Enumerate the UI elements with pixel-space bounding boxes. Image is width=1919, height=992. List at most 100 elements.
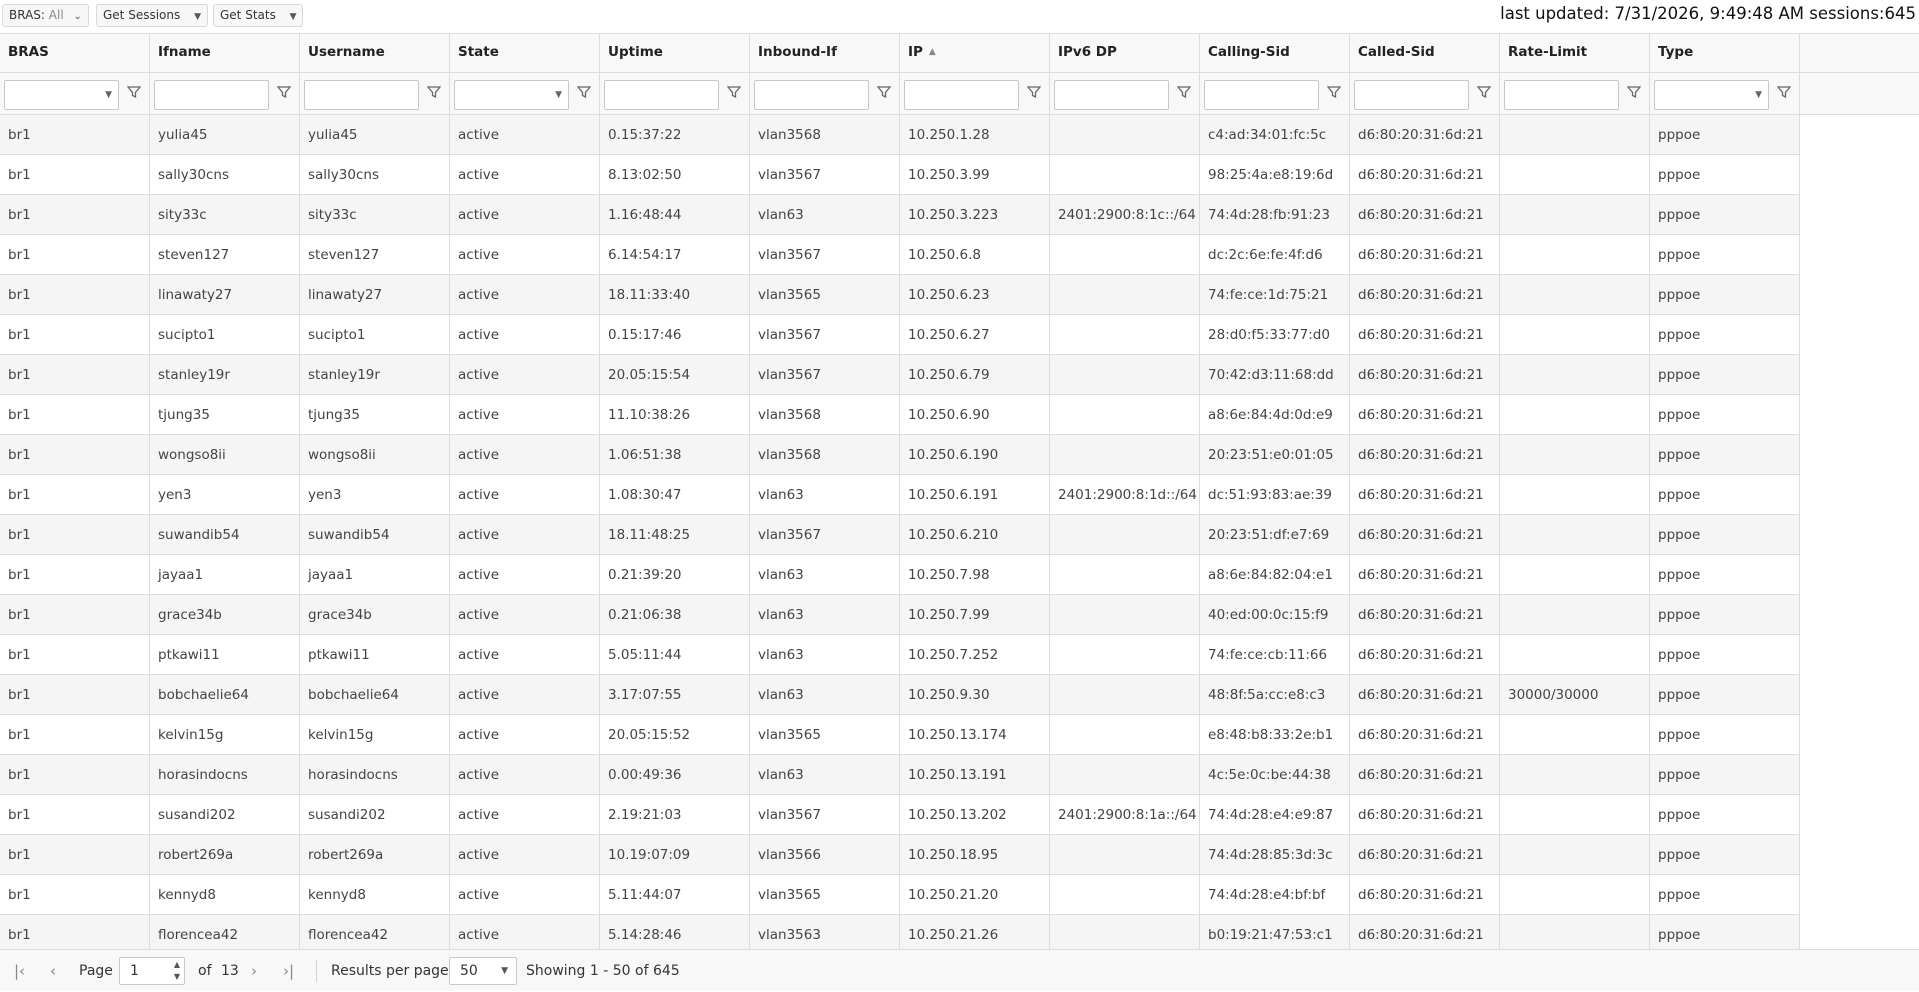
cell-inbound-if: vlan63 bbox=[750, 595, 900, 635]
table-row[interactable]: br1 kennyd8 kennyd8 active 5.11:44:07 vlan356… bbox=[0, 875, 1800, 915]
filter-input-ipv6-dp[interactable] bbox=[1054, 80, 1169, 110]
filter-input-rate-limit[interactable] bbox=[1504, 80, 1619, 110]
table-row[interactable]: br1 sity33c sity33c active 1.16:48:44 vlan63 1… bbox=[0, 195, 1800, 235]
bras-filter-button[interactable]: BRAS: All ⌄ bbox=[2, 4, 89, 27]
cell-uptime: 3.17:07:55 bbox=[600, 675, 750, 715]
table-row[interactable]: br1 stanley19r stanley19r active 20.05:15:54… bbox=[0, 355, 1800, 395]
cell-inbound-if: vlan3567 bbox=[750, 155, 900, 195]
table-row[interactable]: br1 wongso8ii wongso8ii active 1.06:51:38 vla… bbox=[0, 435, 1800, 475]
table-row[interactable]: br1 bobchaelie64 bobchaelie64 active 3.17:07… bbox=[0, 675, 1800, 715]
cell-state: active bbox=[450, 315, 600, 355]
table-row[interactable]: br1 steven127 steven127 active 6.14:54:17 vla… bbox=[0, 235, 1800, 275]
filter-icon[interactable] bbox=[876, 85, 892, 99]
cell-username: wongso8ii bbox=[300, 435, 450, 475]
cell-username: sity33c bbox=[300, 195, 450, 235]
cell-bras: br1 bbox=[0, 315, 150, 355]
last-page-icon[interactable]: ›| bbox=[283, 950, 294, 992]
grid-body[interactable]: br1 yulia45 yulia45 active 0.15:37:22 vlan356… bbox=[0, 115, 1919, 949]
cell-state: active bbox=[450, 235, 600, 275]
cell-ipv6-dp bbox=[1050, 115, 1200, 155]
table-row[interactable]: br1 grace34b grace34b active 0.21:06:38 vlan6… bbox=[0, 595, 1800, 635]
column-header-bras[interactable]: BRAS bbox=[0, 34, 150, 72]
cell-ifname: jayaa1 bbox=[150, 555, 300, 595]
filter-input-username[interactable] bbox=[304, 80, 419, 110]
cell-rate-limit bbox=[1500, 235, 1650, 275]
cell-called-sid: d6:80:20:31:6d:21 bbox=[1350, 475, 1500, 515]
prev-page-icon[interactable]: ‹ bbox=[50, 950, 56, 992]
cell-ip: 10.250.9.30 bbox=[900, 675, 1050, 715]
table-row[interactable]: br1 sucipto1 sucipto1 active 0.15:17:46 vlan3… bbox=[0, 315, 1800, 355]
results-per-page-select[interactable]: 50 ▼ bbox=[449, 957, 517, 985]
filter-icon[interactable] bbox=[726, 85, 742, 99]
get-sessions-button[interactable]: Get Sessions ▼ bbox=[96, 4, 208, 27]
filter-icon[interactable] bbox=[1626, 85, 1642, 99]
cell-inbound-if: vlan3566 bbox=[750, 835, 900, 875]
column-header-inbound-if[interactable]: Inbound-If bbox=[750, 34, 900, 72]
filter-select-bras[interactable]: ▼ bbox=[4, 80, 119, 110]
table-row[interactable]: br1 linawaty27 linawaty27 active 18.11:33:40… bbox=[0, 275, 1800, 315]
filter-input-ifname[interactable] bbox=[154, 80, 269, 110]
table-row[interactable]: br1 suwandib54 suwandib54 active 18.11:48:25… bbox=[0, 515, 1800, 555]
next-page-icon[interactable]: › bbox=[251, 950, 257, 992]
cell-ip: 10.250.13.202 bbox=[900, 795, 1050, 835]
column-header-username[interactable]: Username bbox=[300, 34, 450, 72]
table-row[interactable]: br1 susandi202 susandi202 active 2.19:21:03 v… bbox=[0, 795, 1800, 835]
filter-select-type[interactable]: ▼ bbox=[1654, 80, 1769, 110]
table-row[interactable]: br1 sally30cns sally30cns active 8.13:02:50 v… bbox=[0, 155, 1800, 195]
filter-input-called-sid[interactable] bbox=[1354, 80, 1469, 110]
filter-icon[interactable] bbox=[426, 85, 442, 99]
column-header-uptime[interactable]: Uptime bbox=[600, 34, 750, 72]
column-header-called-sid[interactable]: Called-Sid bbox=[1350, 34, 1500, 72]
filter-icon[interactable] bbox=[1026, 85, 1042, 99]
table-row[interactable]: br1 ptkawi11 ptkawi11 active 5.05:11:44 vlan6… bbox=[0, 635, 1800, 675]
filter-input-inbound-if[interactable] bbox=[754, 80, 869, 110]
filter-cell-uptime bbox=[600, 73, 750, 114]
filter-icon[interactable] bbox=[1476, 85, 1492, 99]
filter-icon[interactable] bbox=[1176, 85, 1192, 99]
column-header-type[interactable]: Type bbox=[1650, 34, 1800, 72]
get-stats-button[interactable]: Get Stats ▼ bbox=[213, 4, 303, 27]
filter-icon[interactable] bbox=[276, 85, 292, 99]
column-header-ip[interactable]: IP ▲ bbox=[900, 34, 1050, 72]
filter-icon[interactable] bbox=[576, 85, 592, 99]
cell-type: pppoe bbox=[1650, 475, 1800, 515]
cell-ifname: tjung35 bbox=[150, 395, 300, 435]
table-row[interactable]: br1 yulia45 yulia45 active 0.15:37:22 vlan356… bbox=[0, 115, 1800, 155]
column-header-ifname[interactable]: Ifname bbox=[150, 34, 300, 72]
column-header-state[interactable]: State bbox=[450, 34, 600, 72]
cell-state: active bbox=[450, 555, 600, 595]
filter-icon[interactable] bbox=[1326, 85, 1342, 99]
table-row[interactable]: br1 florencea42 florencea42 active 5.14:28:4… bbox=[0, 915, 1800, 949]
cell-calling-sid: e8:48:b8:33:2e:b1 bbox=[1200, 715, 1350, 755]
column-header-calling-sid[interactable]: Calling-Sid bbox=[1200, 34, 1350, 72]
table-row[interactable]: br1 tjung35 tjung35 active 11.10:38:26 vlan35… bbox=[0, 395, 1800, 435]
cell-called-sid: d6:80:20:31:6d:21 bbox=[1350, 555, 1500, 595]
cell-calling-sid: 70:42:d3:11:68:dd bbox=[1200, 355, 1350, 395]
cell-username: linawaty27 bbox=[300, 275, 450, 315]
pagination-bar: |‹ ‹ Page 1 ▲ ▼ of 13 › ›| Results per pa… bbox=[0, 949, 1919, 991]
filter-input-uptime[interactable] bbox=[604, 80, 719, 110]
cell-uptime: 0.00:49:36 bbox=[600, 755, 750, 795]
page-number-input[interactable]: 1 ▲ ▼ bbox=[119, 957, 185, 985]
filter-icon[interactable] bbox=[1776, 85, 1792, 99]
sort-ascending-icon[interactable]: ▲ bbox=[929, 47, 936, 57]
cell-ip: 10.250.7.252 bbox=[900, 635, 1050, 675]
cell-rate-limit bbox=[1500, 635, 1650, 675]
filter-select-state[interactable]: ▼ bbox=[454, 80, 569, 110]
table-row[interactable]: br1 robert269a robert269a active 10.19:07:09… bbox=[0, 835, 1800, 875]
table-row[interactable]: br1 jayaa1 jayaa1 active 0.21:39:20 vlan63 10.… bbox=[0, 555, 1800, 595]
filter-icon[interactable] bbox=[126, 85, 142, 99]
table-row[interactable]: br1 kelvin15g kelvin15g active 20.05:15:52 vl… bbox=[0, 715, 1800, 755]
filter-cell-ip bbox=[900, 73, 1050, 114]
filter-input-ip[interactable] bbox=[904, 80, 1019, 110]
filter-input-calling-sid[interactable] bbox=[1204, 80, 1319, 110]
first-page-icon[interactable]: |‹ bbox=[14, 950, 25, 992]
column-header-rate-limit[interactable]: Rate-Limit bbox=[1500, 34, 1650, 72]
cell-type: pppoe bbox=[1650, 435, 1800, 475]
spinner-icon[interactable]: ▲ ▼ bbox=[174, 959, 180, 983]
cell-ip: 10.250.6.190 bbox=[900, 435, 1050, 475]
column-header-ipv6-dp[interactable]: IPv6 DP bbox=[1050, 34, 1200, 72]
table-row[interactable]: br1 yen3 yen3 active 1.08:30:47 vlan63 10.250.… bbox=[0, 475, 1800, 515]
table-row[interactable]: br1 horasindocns horasindocns active 0.00:49… bbox=[0, 755, 1800, 795]
cell-bras: br1 bbox=[0, 875, 150, 915]
